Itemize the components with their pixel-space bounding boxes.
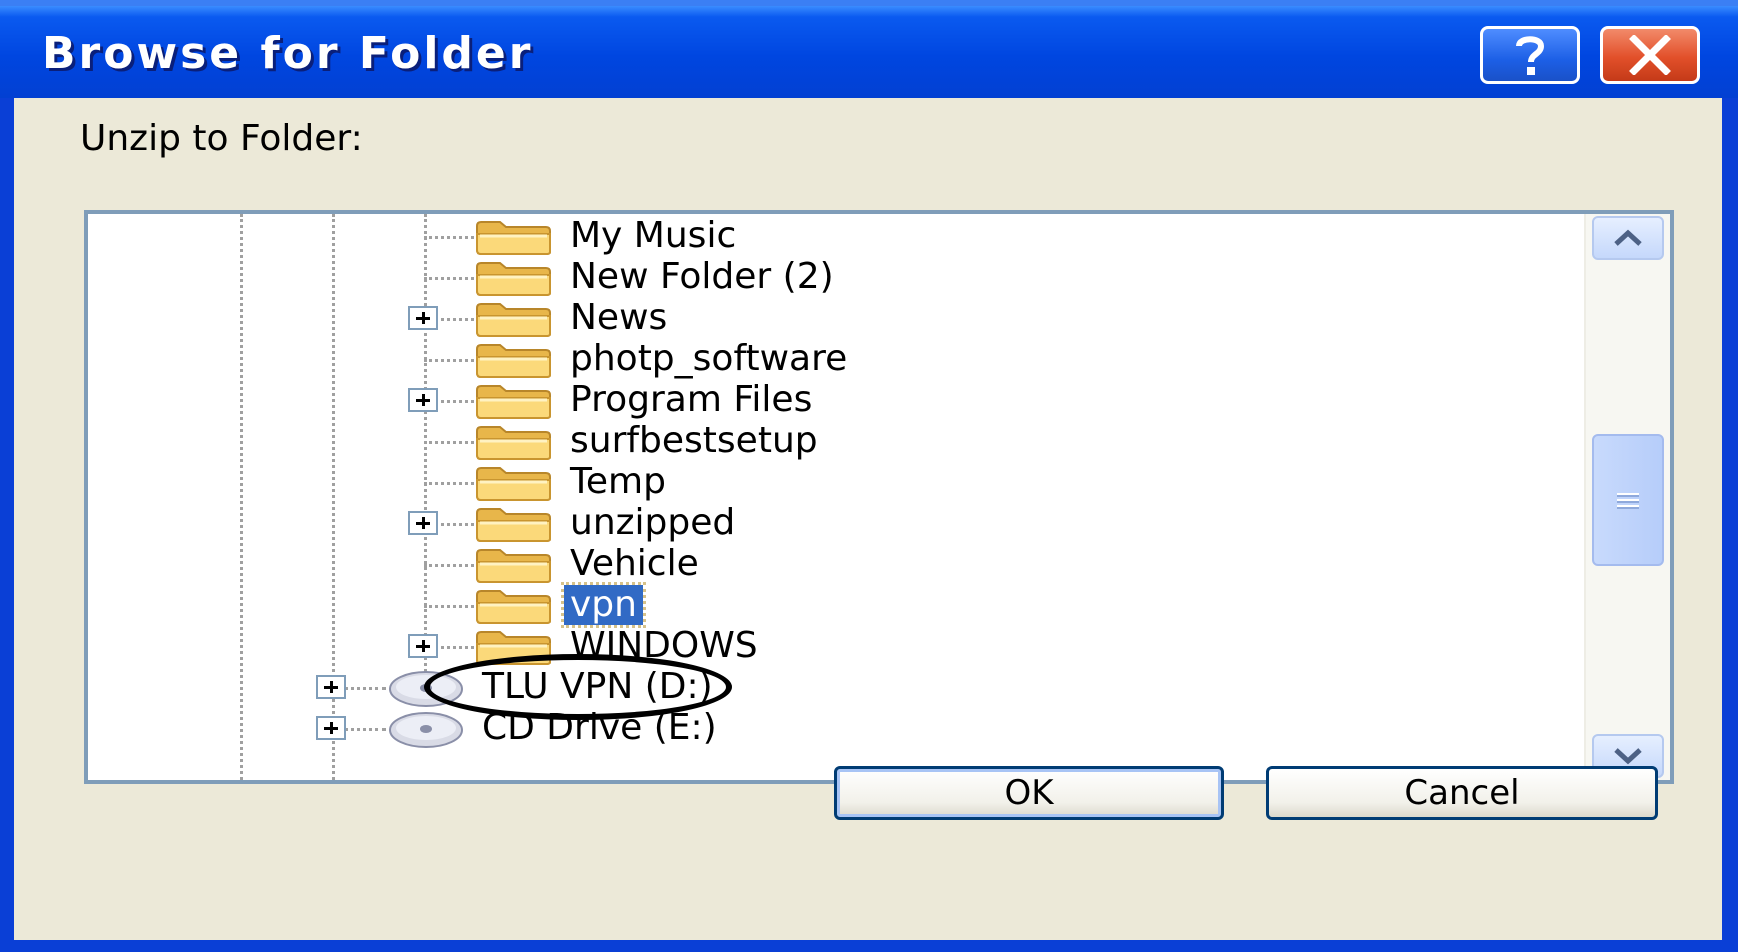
- folder-icon: [474, 341, 554, 383]
- cd-drive-icon: [386, 708, 466, 754]
- question-mark-icon: [1516, 36, 1545, 75]
- tree-item-label[interactable]: Program Files: [564, 380, 818, 420]
- grip-icon: [1617, 493, 1639, 509]
- folder-icon: [474, 300, 554, 342]
- chevron-down-icon: [1614, 748, 1642, 765]
- ok-button[interactable]: OK: [834, 766, 1224, 820]
- tree-connector-line: [424, 441, 474, 444]
- expand-plus-icon[interactable]: [316, 675, 346, 699]
- tree-item-label[interactable]: My Music: [564, 216, 742, 256]
- expand-plus-icon[interactable]: [408, 634, 438, 658]
- folder-icon: [474, 546, 554, 588]
- chevron-up-icon: [1614, 229, 1642, 246]
- close-x-icon: [1629, 35, 1671, 75]
- folder-icon: [474, 382, 554, 424]
- browse-for-folder-dialog: Browse for Folder Unzip to Folder: My Mu…: [0, 0, 1738, 952]
- tree-folder-item[interactable]: photp_software: [88, 337, 1548, 382]
- expand-plus-icon[interactable]: [408, 306, 438, 330]
- tree-item-label[interactable]: New Folder (2): [564, 257, 840, 297]
- tree-folder-item[interactable]: New Folder (2): [88, 255, 1548, 300]
- tree-folder-item[interactable]: surfbestsetup: [88, 419, 1548, 464]
- tree-item-label[interactable]: unzipped: [564, 503, 741, 543]
- expand-plus-icon[interactable]: [408, 388, 438, 412]
- tree-folder-item[interactable]: unzipped: [88, 501, 1548, 546]
- folder-icon: [474, 587, 554, 629]
- dialog-body: Unzip to Folder: My Music New Folder (2) N…: [14, 98, 1722, 940]
- prompt-label: Unzip to Folder:: [80, 118, 363, 159]
- tree-drive-item[interactable]: CD Drive (E:): [88, 706, 1548, 751]
- expand-plus-icon[interactable]: [408, 511, 438, 535]
- close-button[interactable]: [1600, 26, 1700, 84]
- tree-connector-line: [424, 359, 474, 362]
- tree-folder-item[interactable]: Temp: [88, 460, 1548, 505]
- tree-item-label[interactable]: News: [564, 298, 673, 338]
- folder-icon: [474, 423, 554, 465]
- scroll-up-button[interactable]: [1592, 216, 1664, 260]
- tree-connector-line: [424, 482, 474, 485]
- tree-connector-line: [424, 236, 474, 239]
- tree-folder-item[interactable]: vpn: [88, 582, 1548, 629]
- title-bar[interactable]: Browse for Folder: [0, 0, 1738, 98]
- tree-item-label[interactable]: WINDOWS: [564, 626, 764, 666]
- tree-folder-item[interactable]: WINDOWS: [88, 624, 1548, 669]
- folder-icon: [474, 259, 554, 301]
- folder-icon: [474, 628, 554, 670]
- expand-plus-icon[interactable]: [316, 716, 346, 740]
- tree-item-label[interactable]: CD Drive (E:): [476, 708, 723, 748]
- window-title: Browse for Folder: [42, 28, 534, 79]
- tree-connector-line: [424, 605, 474, 608]
- vertical-scrollbar[interactable]: [1584, 214, 1670, 780]
- folder-icon: [474, 464, 554, 506]
- cancel-button[interactable]: Cancel: [1266, 766, 1658, 820]
- help-button[interactable]: [1480, 26, 1580, 84]
- folder-icon: [474, 505, 554, 547]
- tree-folder-item[interactable]: Vehicle: [88, 542, 1548, 587]
- selected-folder-label[interactable]: vpn: [561, 582, 646, 628]
- tree-item-label[interactable]: surfbestsetup: [564, 421, 824, 461]
- folder-icon: [474, 218, 554, 260]
- tree-item-label[interactable]: TLU VPN (D:): [476, 667, 719, 707]
- tree-item-label[interactable]: photp_software: [564, 339, 853, 379]
- tree-folder-item[interactable]: My Music: [88, 214, 1548, 259]
- tree-item-label[interactable]: Temp: [564, 462, 672, 502]
- scroll-thumb[interactable]: [1592, 434, 1664, 566]
- tree-item-label[interactable]: Vehicle: [564, 544, 705, 584]
- tree-connector-line: [424, 277, 474, 280]
- folder-tree-view[interactable]: My Music New Folder (2) News photp_software…: [84, 210, 1674, 784]
- tree-connector-line: [424, 564, 474, 567]
- tree-folder-item[interactable]: Program Files: [88, 378, 1548, 423]
- tree-folder-item[interactable]: News: [88, 296, 1548, 341]
- tree-drive-item[interactable]: TLU VPN (D:): [88, 665, 1548, 710]
